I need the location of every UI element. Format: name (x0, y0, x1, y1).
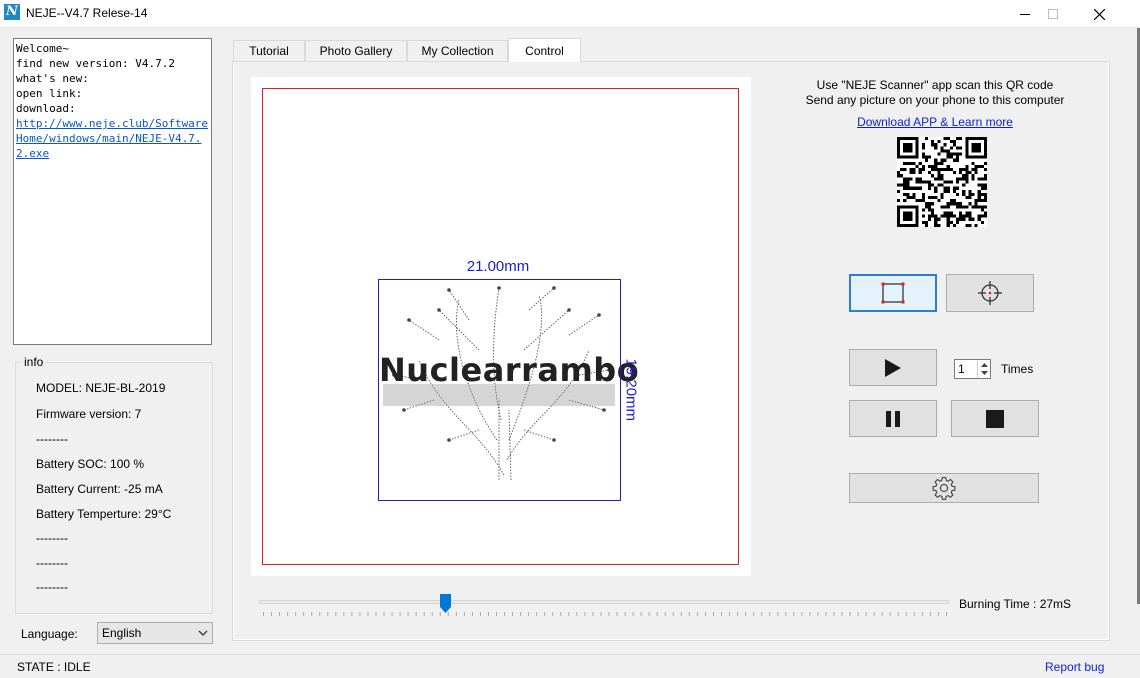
log-line: Welcome~ (16, 42, 69, 55)
state-text: STATE : IDLE (17, 660, 91, 674)
language-value: English (102, 626, 142, 640)
tab-photo-gallery[interactable]: Photo Gallery (305, 40, 407, 61)
image-bounds[interactable] (378, 279, 621, 501)
qr-instruction-2: Send any picture on your phone to this c… (805, 93, 1065, 107)
battery-current-text: Battery Current: -25 mA (36, 482, 163, 496)
pause-icon (886, 410, 900, 427)
separator-text: -------- (36, 556, 68, 570)
tab-label: Photo Gallery (319, 44, 393, 58)
status-bar (0, 654, 1140, 678)
width-dimension: 21.00mm (466, 258, 530, 275)
tab-label: Control (525, 43, 564, 58)
separator-text: -------- (36, 432, 68, 446)
report-bug-link[interactable]: Report bug (1045, 660, 1104, 674)
spinner-up-icon[interactable] (978, 360, 991, 369)
stop-button[interactable] (951, 400, 1039, 437)
tab-control[interactable]: Control (508, 38, 581, 62)
close-button[interactable] (1076, 0, 1122, 28)
battery-soc-text: Battery SOC: 100 % (36, 457, 145, 471)
tab-tutorial[interactable]: Tutorial (233, 40, 305, 61)
language-select[interactable]: English (97, 622, 213, 644)
frame-button[interactable] (849, 274, 937, 312)
tab-label: My Collection (421, 44, 494, 58)
burning-time-label: Burning Time : 27mS (959, 597, 1072, 611)
qr-code (897, 137, 987, 227)
times-value: 1 (958, 362, 965, 376)
gear-icon (932, 476, 956, 500)
tab-label: Tutorial (249, 44, 289, 58)
log-line: find new version: V4.7.2 (16, 57, 175, 70)
times-label: Times (1001, 362, 1034, 376)
window-title: NEJE--V4.7 Relese-14 (26, 6, 148, 20)
burning-time-slider-thumb[interactable] (440, 594, 452, 613)
burning-time-slider-track[interactable] (259, 600, 949, 604)
chevron-down-icon (198, 630, 208, 636)
battery-temp-text: Battery Temperture: 29°C (36, 507, 172, 521)
qr-instruction-1: Use "NEJE Scanner" app scan this QR code (816, 78, 1054, 92)
separator-text: -------- (36, 580, 68, 594)
download-link[interactable]: http://www.neje.club/SoftwareHome/window… (16, 117, 208, 160)
message-log[interactable]: Welcome~ find new version: V4.7.2 what's… (13, 38, 212, 345)
play-icon (885, 358, 901, 377)
neje-logo-icon: N (4, 4, 20, 20)
minimize-icon (1020, 14, 1030, 15)
info-legend: info (21, 355, 47, 369)
separator-text: -------- (36, 531, 68, 545)
times-spinner[interactable]: 1 (954, 359, 991, 379)
log-line: what's new: (16, 72, 89, 85)
settings-button[interactable] (849, 473, 1039, 503)
slider-ticks (263, 612, 947, 616)
maximize-icon (1048, 9, 1058, 19)
tab-my-collection[interactable]: My Collection (407, 40, 508, 61)
pause-button[interactable] (849, 400, 937, 437)
frame-square-icon (881, 282, 905, 304)
log-line: open link: (16, 87, 83, 100)
locate-button[interactable] (946, 274, 1034, 312)
spinner-down-icon[interactable] (978, 369, 991, 378)
model-text: MODEL: NEJE-BL-2019 (36, 381, 166, 395)
maximize-button[interactable] (1030, 0, 1076, 28)
start-button[interactable] (849, 349, 937, 386)
stop-icon (986, 409, 1004, 428)
crosshair-icon (978, 281, 1002, 305)
height-dimension: 19.20mm (622, 358, 640, 422)
firmware-text: Firmware version: 7 (36, 407, 142, 421)
spinner-arrows[interactable] (977, 360, 990, 378)
log-line: download: (16, 102, 76, 115)
download-app-link[interactable]: Download APP & Learn more (780, 115, 1090, 129)
close-icon (1093, 8, 1105, 20)
language-label: Language: (21, 627, 78, 641)
title-bar[interactable] (0, 0, 1140, 28)
